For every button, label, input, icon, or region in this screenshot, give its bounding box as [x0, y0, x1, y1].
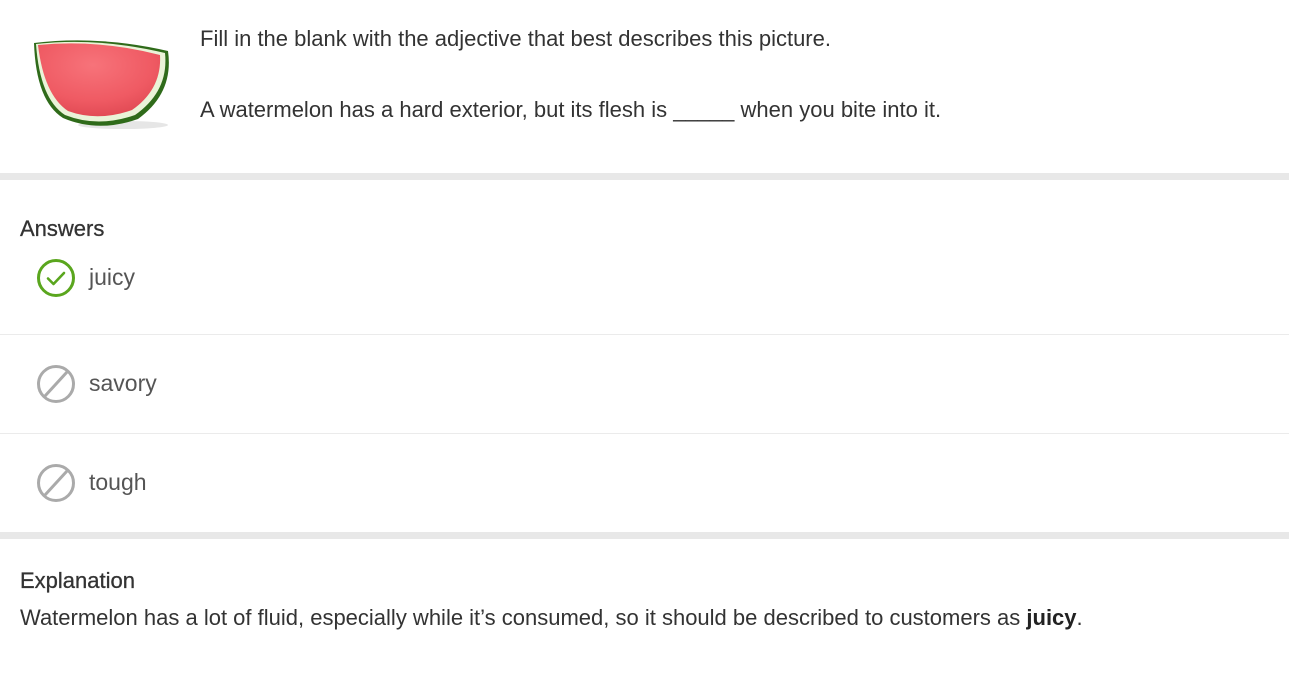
check-circle-icon: [36, 258, 76, 298]
answer-label: tough: [89, 469, 147, 495]
question-prompt: Fill in the blank with the adjective tha…: [200, 26, 831, 51]
explanation-text: Watermelon has a lot of fluid, especiall…: [0, 605, 1289, 631]
watermelon-image: [28, 33, 178, 133]
answer-option-savory[interactable]: savory: [0, 335, 1289, 434]
explanation-section: Explanation Watermelon has a lot of flui…: [0, 539, 1289, 631]
explanation-highlight: juicy: [1026, 605, 1077, 630]
prohibited-circle-icon: [36, 364, 76, 404]
prohibited-circle-icon: [36, 463, 76, 503]
answer-option-juicy[interactable]: juicy: [0, 229, 1289, 335]
answers-section: Answers juicy savory tough: [0, 180, 1289, 532]
question-sentence: A watermelon has a hard exterior, but it…: [200, 97, 942, 122]
answer-label: savory: [89, 370, 157, 396]
explanation-title: Explanation: [20, 568, 135, 593]
explanation-end: .: [1076, 605, 1083, 630]
answer-label: juicy: [89, 264, 136, 290]
section-divider: [0, 532, 1289, 539]
watermelon-slice-icon: [34, 40, 169, 129]
explanation-body: Watermelon has a lot of fluid, especiall…: [20, 605, 1027, 630]
section-divider: [0, 173, 1289, 180]
question-panel: Fill in the blank with the adjective tha…: [0, 0, 1289, 173]
answer-option-tough[interactable]: tough: [0, 434, 1289, 532]
